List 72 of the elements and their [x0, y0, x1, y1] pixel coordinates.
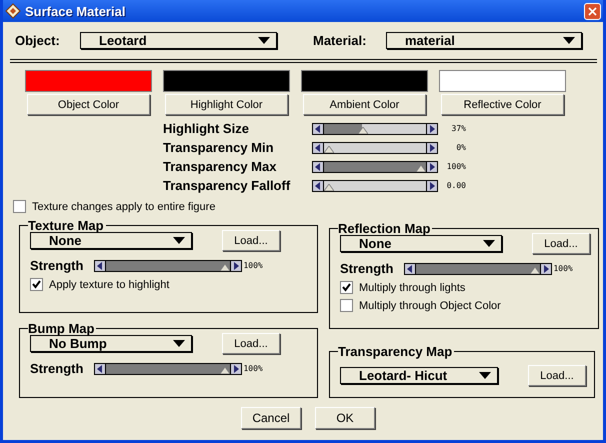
slider-thumb[interactable]: [358, 126, 368, 134]
dropdown-arrow-icon: [173, 237, 185, 244]
load-button[interactable]: Load...: [222, 230, 280, 251]
dropdown[interactable]: Leotard- Hicut: [340, 367, 498, 384]
dropdown[interactable]: No Bump: [30, 335, 192, 352]
slider-label: Highlight Size: [163, 121, 250, 136]
checkbox[interactable]: [340, 281, 353, 294]
dialog-button[interactable]: OK: [315, 407, 375, 429]
color-button[interactable]: Highlight Color: [165, 94, 288, 115]
slider[interactable]: [94, 260, 242, 272]
close-button[interactable]: [584, 2, 601, 20]
app-icon: [5, 3, 21, 19]
color-swatch[interactable]: [163, 70, 290, 92]
color-swatch[interactable]: [301, 70, 428, 92]
dropdown-arrow-icon: [563, 36, 575, 44]
slider-thumb[interactable]: [530, 266, 540, 274]
slider[interactable]: [94, 362, 242, 374]
checkbox[interactable]: [13, 200, 26, 213]
dialog-button[interactable]: Cancel: [241, 407, 301, 429]
color-swatch[interactable]: [25, 70, 152, 92]
dropdown[interactable]: material: [386, 32, 582, 48]
slider-thumb[interactable]: [416, 164, 426, 172]
dropdown[interactable]: None: [340, 235, 502, 252]
slider-thumb[interactable]: [324, 146, 334, 152]
material-label: Material:: [313, 32, 368, 48]
checkbox-label: Multiply through lights: [359, 282, 466, 294]
strength-label: Strength: [30, 361, 84, 376]
window-title: Surface Material: [25, 4, 126, 18]
slider-value: 100%: [243, 261, 263, 270]
slider-thumb[interactable]: [220, 264, 230, 270]
object-label: Object:: [15, 32, 61, 48]
group-title: Transparency Map: [338, 344, 454, 359]
slider[interactable]: [312, 122, 438, 134]
slider-thumb[interactable]: [324, 184, 334, 190]
slider-value: 0%: [455, 143, 466, 152]
checkbox-label: Texture changes apply to entire figure: [32, 200, 216, 212]
dropdown[interactable]: None: [30, 232, 192, 249]
color-swatch[interactable]: [439, 70, 566, 92]
slider-thumb[interactable]: [220, 366, 230, 374]
group-title: Reflection Map: [338, 221, 432, 236]
slider-value: 0.00: [446, 181, 466, 190]
dropdown-arrow-icon: [483, 240, 495, 247]
dropdown-arrow-icon: [173, 340, 185, 347]
slider-value: 100%: [243, 364, 263, 373]
slider[interactable]: [312, 142, 438, 154]
slider[interactable]: [312, 180, 438, 192]
color-button[interactable]: Ambient Color: [303, 94, 426, 115]
strength-label: Strength: [340, 261, 394, 276]
slider-label: Transparency Min: [163, 140, 275, 155]
dropdown[interactable]: Leotard: [80, 32, 277, 48]
load-button[interactable]: Load...: [532, 233, 590, 254]
dropdown-arrow-icon: [479, 372, 491, 379]
slider-label: Transparency Falloff: [163, 178, 292, 193]
color-button[interactable]: Reflective Color: [441, 94, 564, 115]
close-icon: [588, 6, 597, 16]
strength-label: Strength: [30, 258, 84, 273]
group-title: Texture Map: [28, 218, 105, 233]
slider[interactable]: [312, 160, 438, 172]
checkbox[interactable]: [340, 299, 353, 312]
slider-label: Transparency Max: [163, 159, 278, 174]
color-button[interactable]: Object Color: [27, 94, 150, 115]
checkbox[interactable]: [30, 278, 43, 291]
slider-value: 100%: [446, 162, 466, 171]
dropdown-arrow-icon: [258, 36, 270, 44]
checkbox-label: Apply texture to highlight: [49, 278, 170, 290]
group-title: Bump Map: [28, 321, 96, 336]
load-button[interactable]: Load...: [222, 333, 280, 354]
slider[interactable]: [404, 262, 552, 274]
load-button[interactable]: Load...: [528, 365, 586, 386]
checkbox-label: Multiply through Object Color: [359, 300, 501, 312]
slider-value: 100%: [553, 264, 573, 273]
slider-value: 37%: [450, 124, 466, 133]
